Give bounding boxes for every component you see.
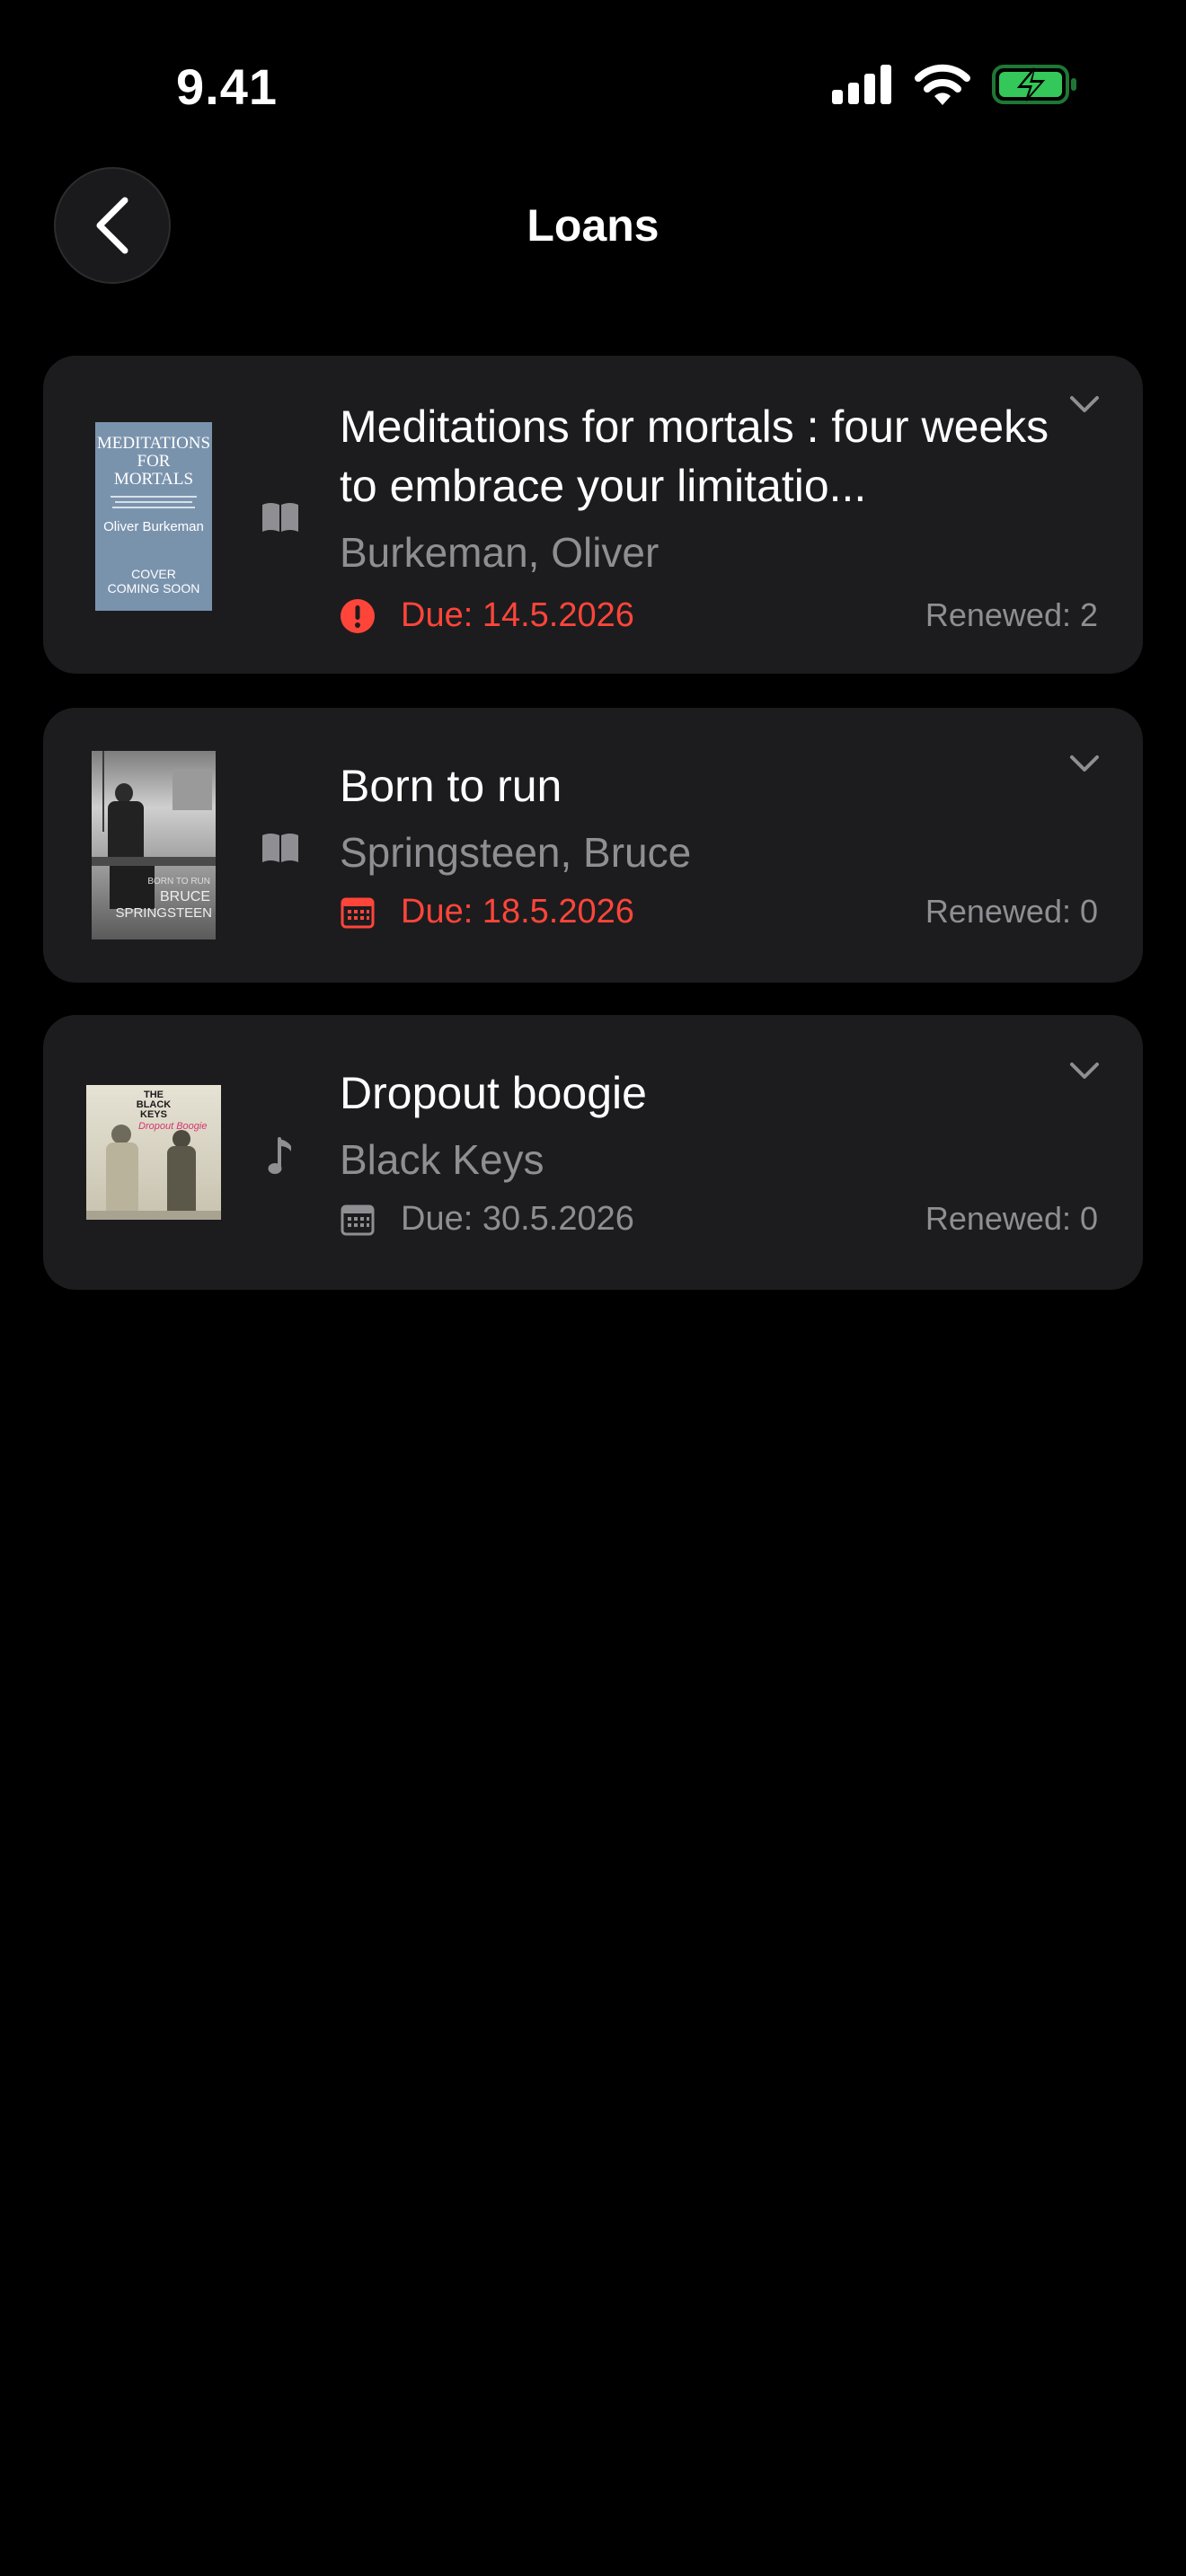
loan-author: Springsteen, Bruce bbox=[340, 829, 692, 876]
loan-card[interactable]: BORN TO RUN BRUCE SPRINGSTEEN Born to ru… bbox=[43, 708, 1143, 983]
wifi-icon bbox=[915, 64, 970, 105]
status-time: 9.41 bbox=[176, 58, 278, 115]
due-date-row: Due: 30.5.2026 bbox=[340, 1200, 634, 1239]
status-bar: 9.41 bbox=[0, 0, 1186, 162]
cover-title-line: FOR bbox=[137, 452, 171, 471]
chevron-down-icon[interactable] bbox=[1069, 1062, 1100, 1080]
cover-small-title: BORN TO RUN bbox=[147, 877, 210, 887]
cover-badge: COVER bbox=[131, 567, 176, 581]
book-cover-image: BORN TO RUN BRUCE SPRINGSTEEN bbox=[92, 751, 216, 940]
chevron-down-icon[interactable] bbox=[1069, 754, 1100, 772]
page-title: Loans bbox=[527, 200, 659, 251]
music-note-icon bbox=[268, 1137, 291, 1174]
cover-author: Oliver Burkeman bbox=[103, 519, 204, 534]
cover-title-line: MEDITATIONS bbox=[96, 434, 211, 453]
loan-author: Burkeman, Oliver bbox=[340, 529, 659, 576]
calendar-icon bbox=[340, 895, 376, 931]
album-cover-image: THE BLACK KEYS Dropout Boogie bbox=[86, 1085, 221, 1220]
renewed-count: Renewed: 2 bbox=[925, 596, 1098, 633]
battery-charging-icon bbox=[992, 65, 1076, 104]
loan-author: Black Keys bbox=[340, 1136, 544, 1183]
loan-card[interactable]: THE BLACK KEYS Dropout Boogie Dropout bo… bbox=[43, 1015, 1143, 1290]
loan-title: Meditations for mortals : four weeks to … bbox=[340, 401, 1049, 511]
cover-name: BRUCE bbox=[159, 889, 210, 904]
due-date: Due: 18.5.2026 bbox=[401, 893, 634, 931]
loan-title: Born to run bbox=[340, 761, 562, 811]
calendar-icon bbox=[340, 1202, 376, 1238]
renewed-count: Renewed: 0 bbox=[925, 893, 1098, 930]
loan-card[interactable]: MEDITATIONS FOR MORTALS Oliver Burkeman … bbox=[43, 356, 1143, 674]
book-icon bbox=[262, 834, 298, 862]
book-icon bbox=[262, 503, 298, 532]
cellular-signal-icon bbox=[832, 65, 891, 104]
loan-title: Dropout boogie bbox=[340, 1068, 647, 1118]
status-icons bbox=[832, 63, 1078, 106]
due-date: Due: 14.5.2026 bbox=[401, 596, 634, 634]
chevron-down-icon[interactable] bbox=[1069, 395, 1100, 413]
renewed-count: Renewed: 0 bbox=[925, 1200, 1098, 1237]
cover-band: KEYS bbox=[140, 1109, 167, 1120]
due-date-row: Due: 14.5.2026 bbox=[340, 596, 634, 635]
cover-album: Dropout Boogie bbox=[138, 1121, 208, 1132]
due-date: Due: 30.5.2026 bbox=[401, 1200, 634, 1238]
cover-name: SPRINGSTEEN bbox=[115, 905, 212, 921]
alert-icon bbox=[340, 598, 376, 634]
cover-title-line: MORTALS bbox=[113, 470, 194, 489]
due-date-row: Due: 18.5.2026 bbox=[340, 893, 634, 931]
cover-badge: COMING SOON bbox=[107, 581, 200, 595]
book-cover-image: MEDITATIONS FOR MORTALS Oliver Burkeman … bbox=[95, 422, 212, 611]
